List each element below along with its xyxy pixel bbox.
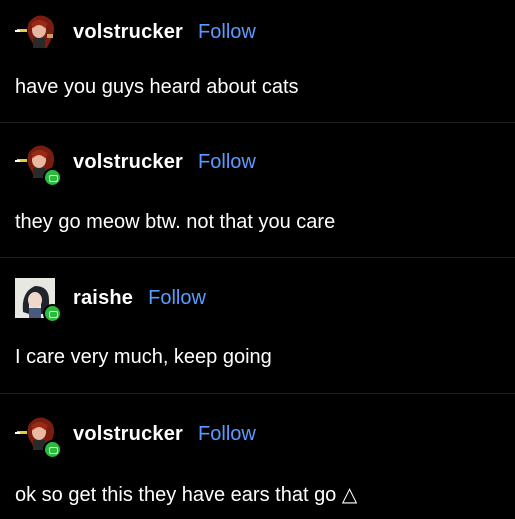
post-4: volstrucker Follow ok so get this they h… [0, 393, 515, 519]
username[interactable]: raishe [73, 287, 133, 310]
community-badge-icon [43, 304, 62, 323]
username[interactable]: volstrucker [73, 151, 183, 174]
avatar[interactable] [15, 278, 62, 323]
post-1: volstrucker Follow have you guys heard a… [0, 0, 515, 123]
post-text: I care very much, keep going [15, 346, 272, 368]
post-header: volstrucker Follow [15, 414, 256, 459]
follow-button[interactable]: Follow [198, 21, 256, 44]
community-badge-icon [43, 168, 62, 187]
avatar[interactable] [15, 12, 61, 52]
avatar[interactable] [15, 414, 62, 459]
follow-button[interactable]: Follow [198, 423, 256, 446]
post-text: have you guys heard about cats [15, 76, 299, 98]
post-header: volstrucker Follow [15, 142, 256, 187]
username[interactable]: volstrucker [73, 21, 183, 44]
post-3: raishe Follow I care very much, keep goi… [0, 257, 515, 394]
avatar[interactable] [15, 142, 62, 187]
post-header: raishe Follow [15, 278, 206, 323]
red-haired-character-icon [15, 15, 54, 49]
post-header: volstrucker Follow [15, 12, 256, 52]
post-text: they go meow btw. not that you care [15, 211, 336, 233]
username[interactable]: volstrucker [73, 423, 183, 446]
follow-button[interactable]: Follow [198, 151, 256, 174]
post-2: volstrucker Follow they go meow btw. not… [0, 122, 515, 258]
post-text: ok so get this they have ears that go △ [15, 484, 358, 506]
community-badge-icon [43, 440, 62, 459]
follow-button[interactable]: Follow [148, 287, 206, 310]
